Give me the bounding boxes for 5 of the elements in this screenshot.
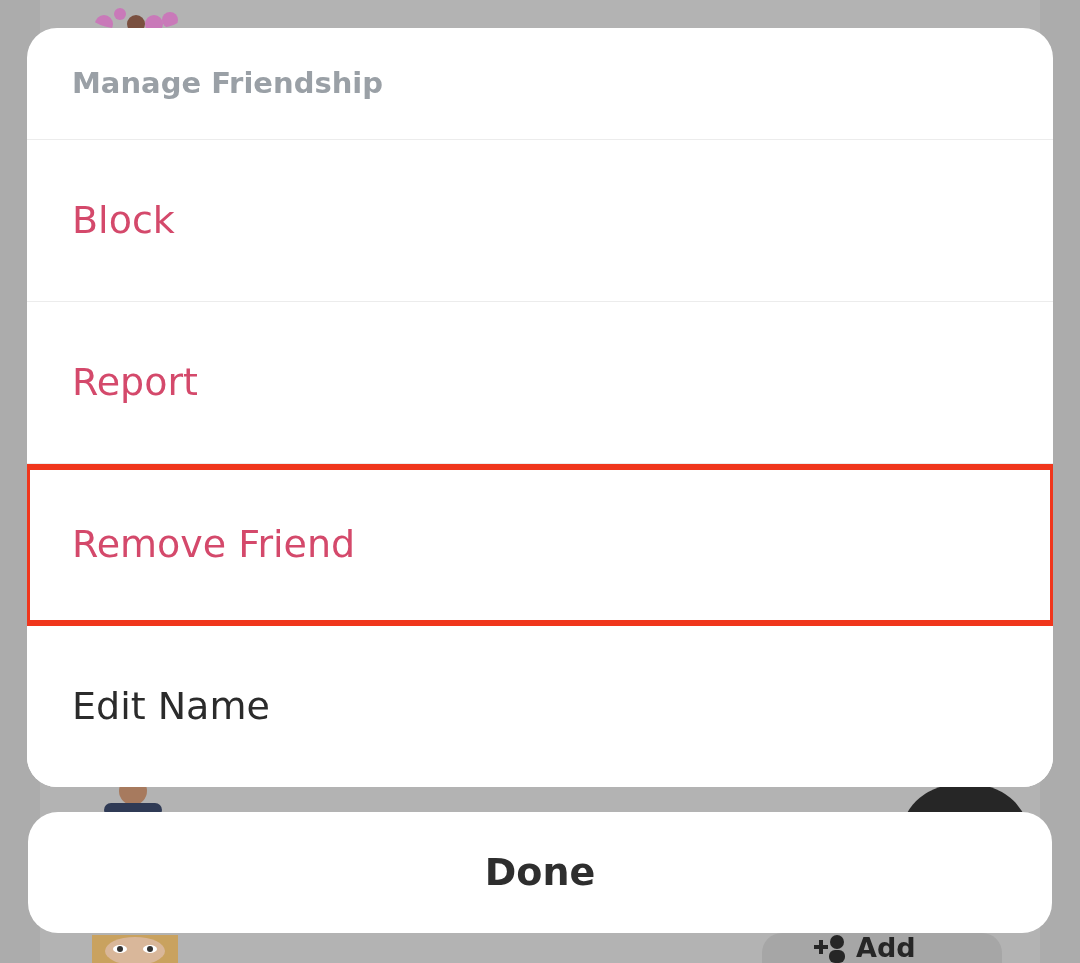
menu-item[interactable]: Remove Friend: [27, 464, 1053, 626]
add-friend-icon: [812, 933, 846, 963]
add-button[interactable]: Add: [762, 933, 1002, 963]
done-button[interactable]: Done: [28, 812, 1052, 933]
avatar-icon: [92, 935, 178, 963]
